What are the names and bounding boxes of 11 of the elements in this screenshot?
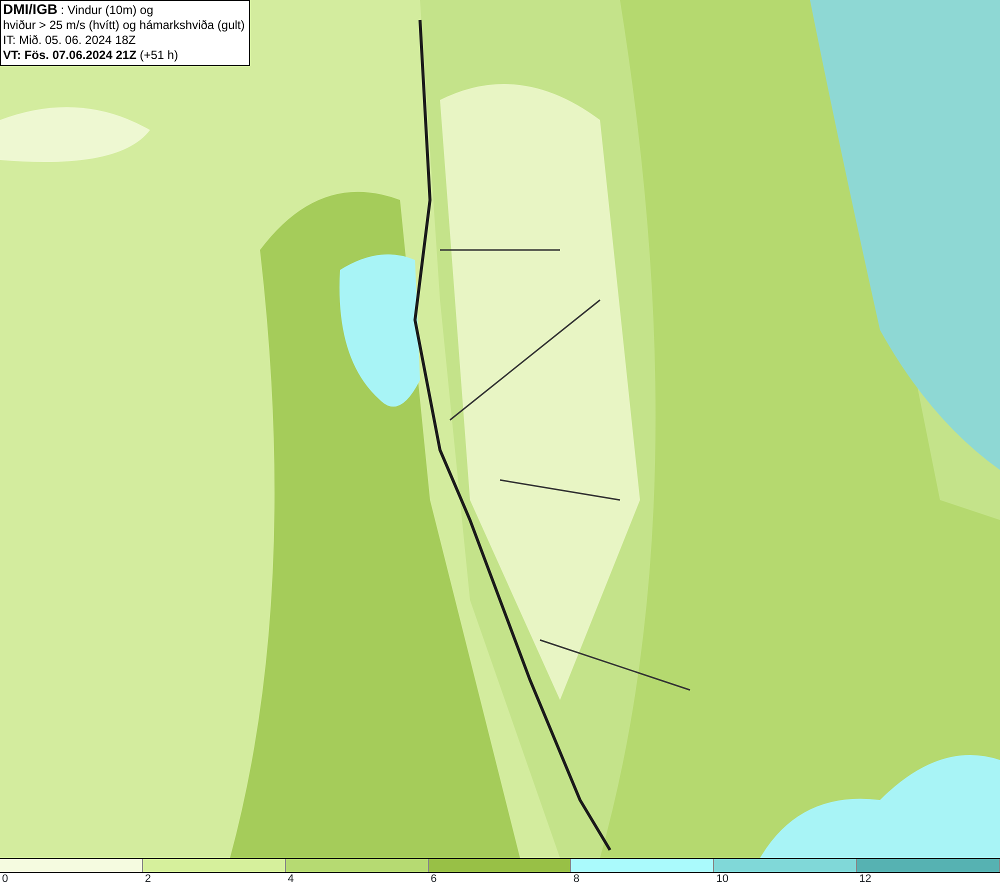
- scale-label: 4: [288, 873, 294, 886]
- header-line: VT: Fös. 07.06.2024 21Z (+51 h): [3, 48, 180, 63]
- scale-label: 10: [716, 873, 729, 886]
- scale-label: 6: [430, 873, 437, 886]
- header-line: hviður > 25 m/s (hvítt) og hámarkshviða (gult): [3, 18, 245, 33]
- header-line: DMI/IGB : Vindur (10m) og: [3, 2, 154, 18]
- scale-label: 0: [2, 873, 8, 886]
- header-line: IT: Mið. 05. 06. 2024 18Z: [3, 33, 137, 48]
- scale-label: 8: [573, 873, 580, 886]
- scale-label: 12: [859, 873, 872, 886]
- scale-label: 2: [144, 873, 151, 886]
